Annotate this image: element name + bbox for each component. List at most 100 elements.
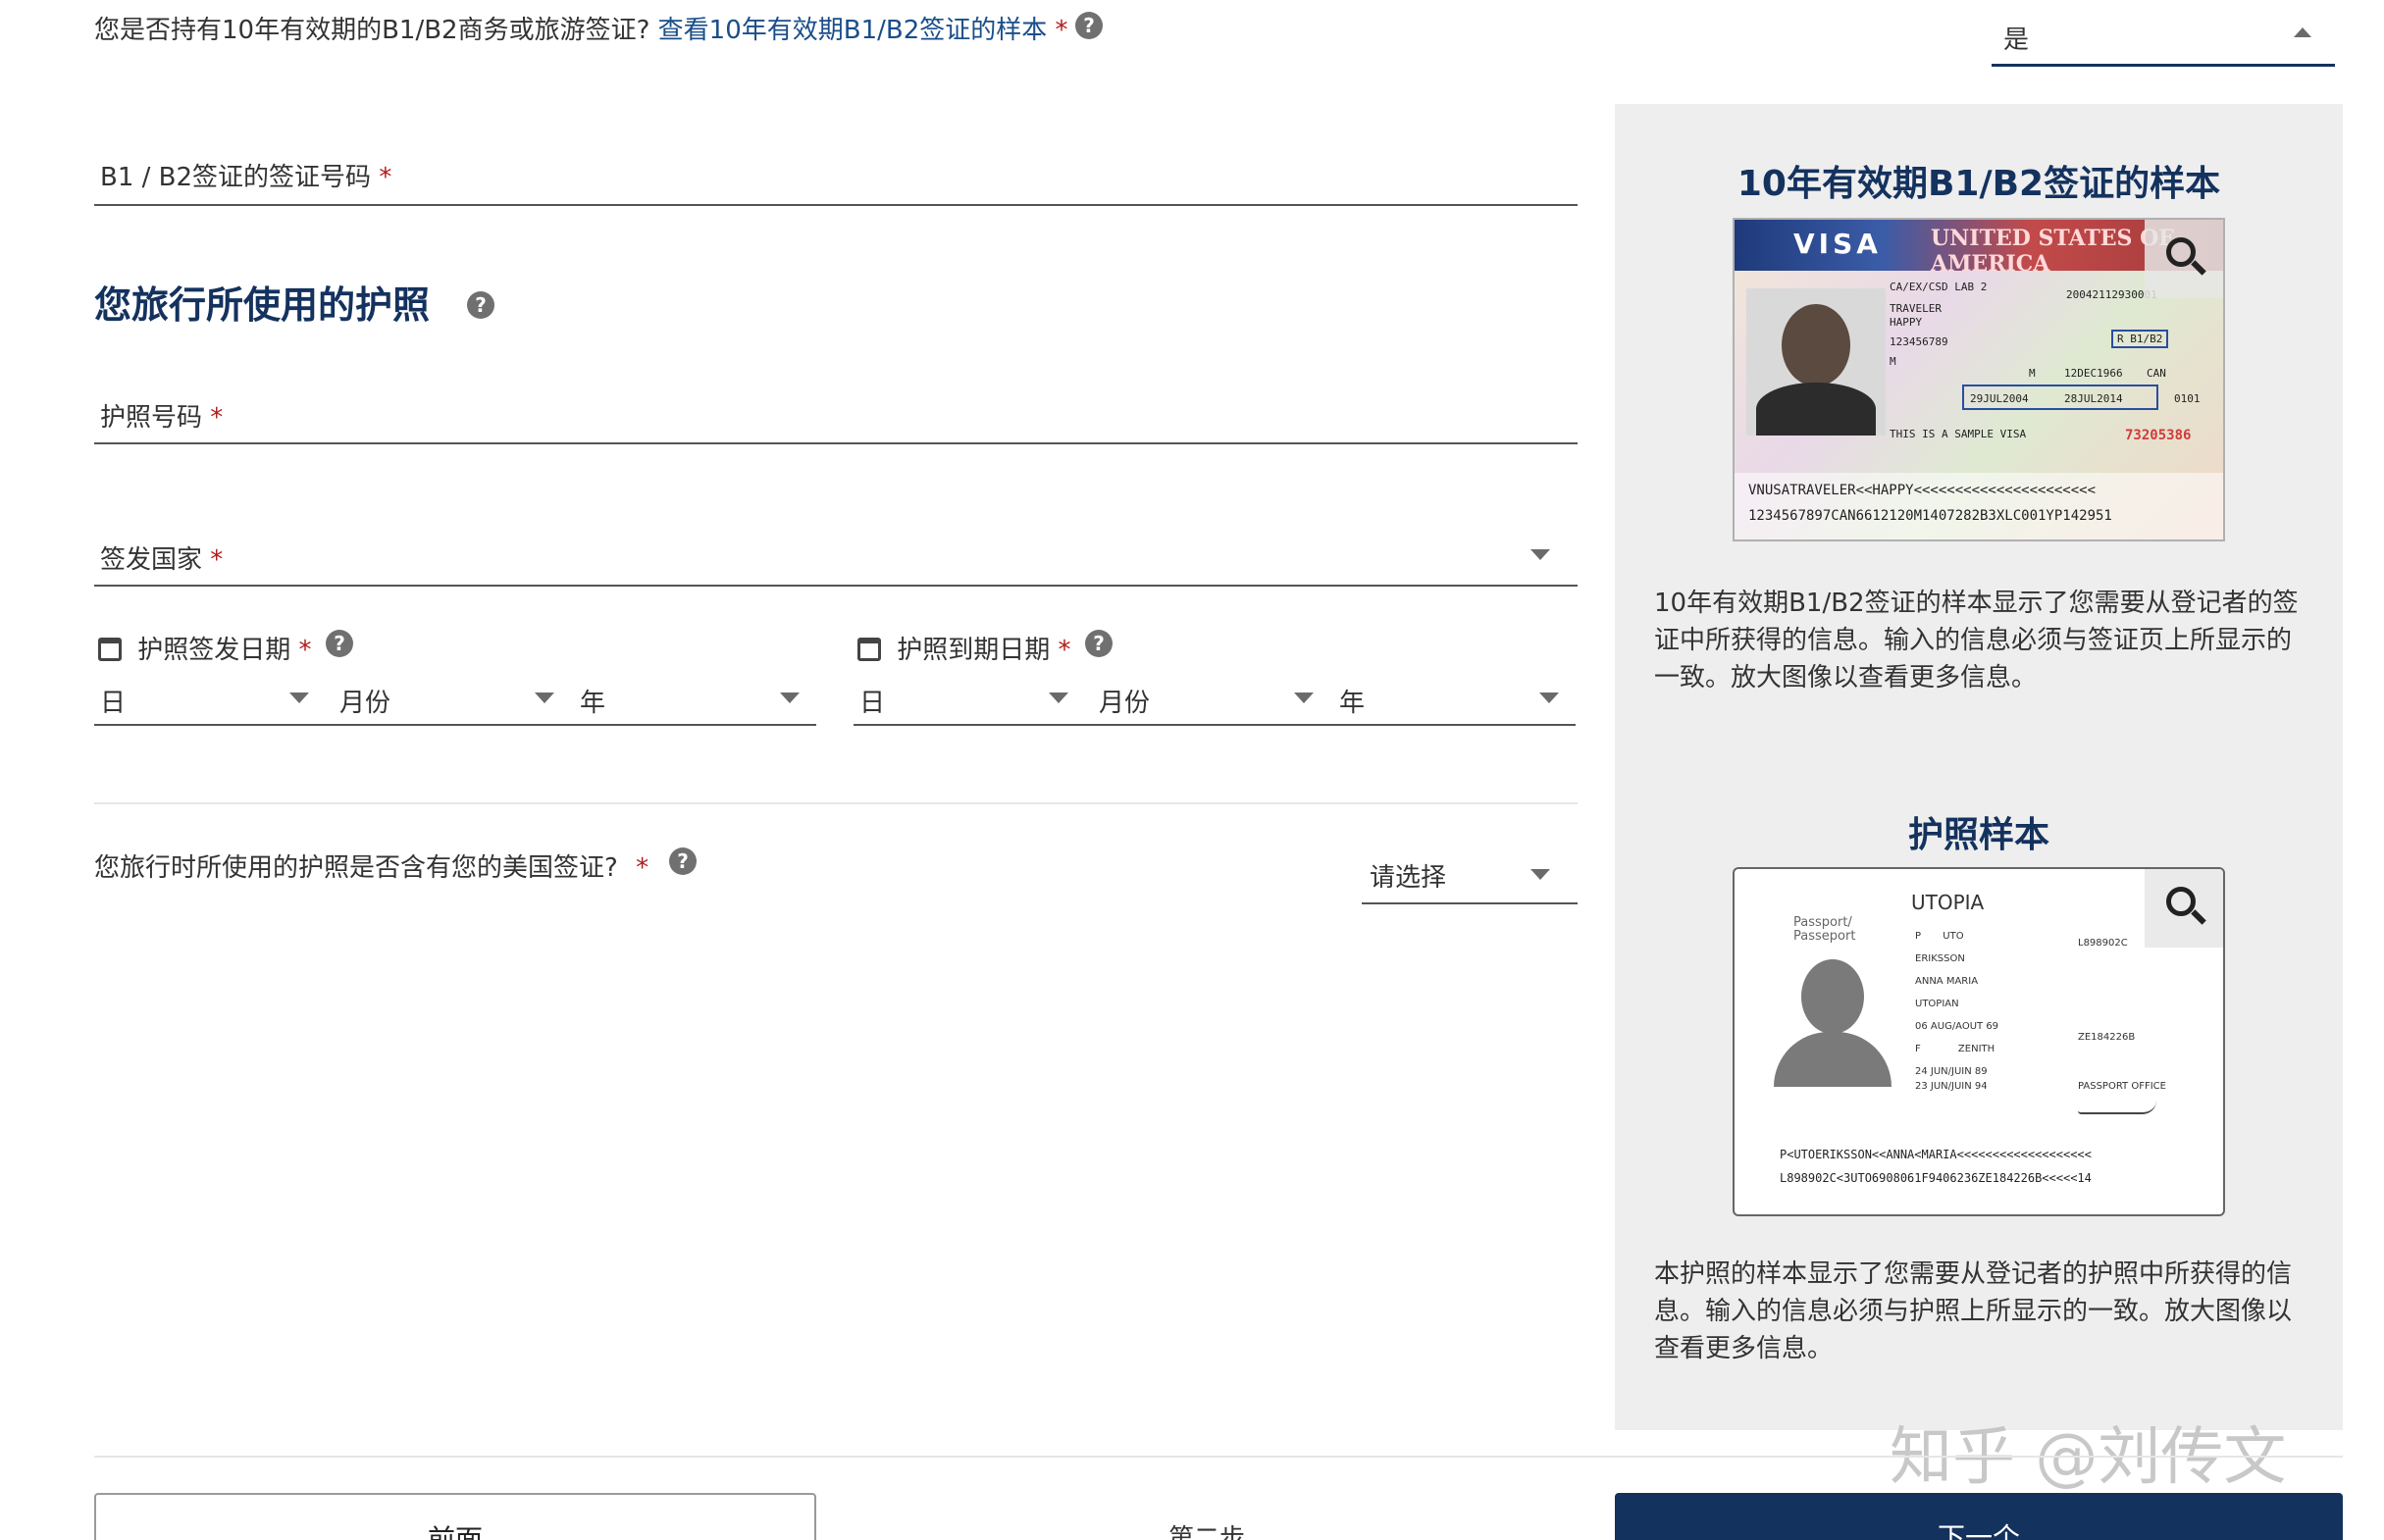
prev-button-label: 前面 bbox=[427, 1523, 483, 1540]
expiry-year-select[interactable]: 年 bbox=[1339, 675, 1565, 720]
passport-sample-description: 本护照的样本显示了您需要从登记者的护照中所获得的信息。输入的信息必须与护照上所显… bbox=[1654, 1259, 2293, 1363]
help-icon[interactable]: ? bbox=[467, 291, 494, 319]
issuing-country-select[interactable]: 签发国家 * bbox=[94, 520, 1578, 587]
chevron-down-icon bbox=[1294, 693, 1314, 703]
required-marker: * bbox=[210, 403, 224, 433]
next-button[interactable]: 下一个 bbox=[1615, 1493, 2343, 1540]
help-icon[interactable]: ? bbox=[669, 847, 697, 875]
chevron-down-icon bbox=[1049, 693, 1068, 703]
visa-photo bbox=[1746, 288, 1886, 436]
chevron-down-icon bbox=[289, 693, 309, 703]
visa-annotation: THIS IS A SAMPLE VISA bbox=[1890, 428, 2027, 440]
zoom-button[interactable] bbox=[2145, 869, 2223, 948]
field-underline bbox=[94, 442, 1578, 444]
visa-issuing-post: CA/EX/CSD LAB 2 bbox=[1890, 281, 1988, 293]
required-marker: * bbox=[210, 545, 224, 575]
visa-question: 您是否持有10年有效期的B1/B2商务或旅游签证? 查看10年有效期B1/B2签… bbox=[94, 10, 1068, 46]
passport-type: P bbox=[1915, 931, 1922, 942]
passport-country: UTOPIA bbox=[1911, 891, 1985, 914]
calendar-icon bbox=[98, 638, 122, 661]
step-indicator: 第二步 bbox=[1167, 1524, 1245, 1540]
visa-control-number: 20042112930001 bbox=[2066, 288, 2157, 301]
visa-birth-date: 12DEC1966 bbox=[2064, 367, 2123, 380]
issue-date-group: 护照签发日期 * ? 日 月份 年 bbox=[94, 626, 816, 730]
passport-surname: ERIKSSON bbox=[1915, 953, 1965, 964]
passport-mrz-line-1: P<UTOERIKSSON<<ANNA<MARIA<<<<<<<<<<<<<<<… bbox=[1780, 1148, 2092, 1161]
field-underline bbox=[94, 585, 1578, 587]
face-shape bbox=[1782, 304, 1850, 386]
passport-signature bbox=[2078, 1101, 2156, 1114]
prev-button[interactable]: 前面 bbox=[94, 1493, 816, 1540]
issue-year-select[interactable]: 年 bbox=[580, 675, 805, 720]
chevron-down-icon bbox=[535, 693, 554, 703]
shoulders-shape bbox=[1756, 383, 1876, 436]
passport-personal-no: ZE184226B bbox=[2078, 1032, 2136, 1043]
passport-given-names: ANNA MARIA bbox=[1915, 976, 1979, 987]
zoom-button[interactable] bbox=[2145, 220, 2223, 298]
visa-mrz-line-2: 1234567897CAN6612120M1407282B3XLC001YP14… bbox=[1748, 508, 2112, 524]
next-button-label: 下一个 bbox=[1937, 1521, 2020, 1540]
month-placeholder: 月份 bbox=[1099, 689, 1151, 718]
expiry-day-select[interactable]: 日 bbox=[854, 675, 1074, 720]
required-marker: * bbox=[1055, 16, 1068, 45]
passport-expiry-date: 23 JUN/JUIN 94 bbox=[1915, 1081, 1988, 1092]
visa-surname: TRAVELER bbox=[1890, 302, 1942, 315]
magnifier-handle bbox=[2191, 260, 2206, 276]
magnifier-handle bbox=[2191, 909, 2206, 925]
contains-visa-value: 请选择 bbox=[1370, 863, 1447, 893]
required-marker: * bbox=[636, 853, 649, 883]
help-icon[interactable]: ? bbox=[1075, 12, 1103, 39]
issue-month-select[interactable]: 月份 bbox=[339, 675, 560, 720]
passport-section-title: 您旅行所使用的护照 bbox=[94, 283, 431, 327]
help-icon[interactable]: ? bbox=[1085, 630, 1113, 657]
passport-number-label: 护照号码 bbox=[100, 403, 203, 433]
visa-expiration-date: 28JUL2014 bbox=[2064, 392, 2123, 405]
visa-sample-title: 10年有效期B1/B2签证的样本 bbox=[1736, 164, 2221, 204]
passport-issue-date: 24 JUN/JUIN 89 bbox=[1915, 1066, 1988, 1077]
visa-serial: 73205386 bbox=[2125, 428, 2192, 443]
visa-number-field[interactable]: B1 / B2签证的签证号码 * bbox=[94, 137, 1578, 206]
visa-question-label: 您是否持有10年有效期的B1/B2商务或旅游签证? bbox=[94, 16, 650, 45]
visa-word: VISA bbox=[1793, 228, 1882, 260]
help-icon[interactable]: ? bbox=[326, 630, 353, 657]
passport-sample-title: 护照样本 bbox=[1907, 815, 2049, 855]
visa-code: 0101 bbox=[2174, 392, 2201, 405]
visa-answer-select[interactable]: 是 bbox=[1992, 8, 2335, 67]
field-underline bbox=[94, 724, 816, 726]
expiry-date-label: 护照到期日期 bbox=[897, 636, 1051, 665]
passport-code: UTO bbox=[1943, 931, 1964, 942]
samples-panel: 10年有效期B1/B2签证的样本 VISA UNITED STATES OF A… bbox=[1615, 104, 2343, 1430]
visa-entries: M bbox=[1890, 355, 1896, 368]
visa-nationality: CAN bbox=[2147, 367, 2166, 380]
passport-number: L898902C bbox=[2078, 938, 2128, 949]
chevron-up-icon bbox=[2294, 27, 2311, 37]
visa-sex: M bbox=[2029, 367, 2036, 380]
passport-mrz-line-2: L898902C<3UTO6908061F9406236ZE184226B<<<… bbox=[1780, 1171, 2092, 1185]
visa-given-name: HAPPY bbox=[1890, 316, 1923, 329]
expiry-date-group: 护照到期日期 * ? 日 月份 年 bbox=[854, 626, 1576, 730]
visa-mrz-line-1: VNUSATRAVELER<<HAPPY<<<<<<<<<<<<<<<<<<<<… bbox=[1748, 483, 2097, 498]
section-divider bbox=[94, 802, 1578, 804]
passport-sample-image[interactable]: Passport/ Passeport UTOPIA P UTO ERIKSSO… bbox=[1733, 867, 2225, 1216]
visa-sample-image[interactable]: VISA UNITED STATES OF AMERICA CA/EX/CSD … bbox=[1733, 218, 2225, 541]
visa-issue-date: 29JUL2004 bbox=[1970, 392, 2029, 405]
issue-day-select[interactable]: 日 bbox=[94, 675, 315, 720]
field-underline bbox=[1362, 902, 1578, 904]
month-placeholder: 月份 bbox=[339, 689, 391, 718]
chevron-down-icon bbox=[1530, 869, 1550, 880]
head-shape bbox=[1801, 959, 1864, 1034]
expiry-month-select[interactable]: 月份 bbox=[1099, 675, 1320, 720]
required-marker: * bbox=[379, 163, 392, 192]
visa-sample-link[interactable]: 查看10年有效期B1/B2签证的样本 bbox=[658, 16, 1048, 45]
chevron-down-icon bbox=[780, 693, 800, 703]
visa-answer-value: 是 bbox=[2003, 26, 2030, 55]
passport-place: ZENITH bbox=[1957, 1044, 1995, 1054]
field-underline bbox=[94, 204, 1578, 206]
day-placeholder: 日 bbox=[100, 689, 127, 718]
select-underline bbox=[1992, 64, 2335, 67]
passport-birth-date: 06 AUG/AOUT 69 bbox=[1915, 1021, 1999, 1032]
passport-number-field[interactable]: 护照号码 * bbox=[94, 378, 1578, 444]
field-underline bbox=[854, 724, 1576, 726]
issue-date-label: 护照签发日期 bbox=[137, 636, 291, 665]
contains-visa-select[interactable]: 请选择 bbox=[1362, 842, 1578, 904]
